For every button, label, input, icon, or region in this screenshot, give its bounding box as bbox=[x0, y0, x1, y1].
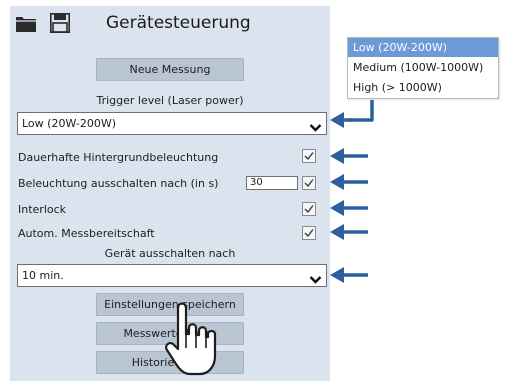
interlock-checkbox[interactable] bbox=[302, 202, 316, 216]
interlock-arrow bbox=[330, 200, 368, 216]
light-off-checkbox[interactable] bbox=[302, 176, 316, 190]
page-title: Gerätesteuerung bbox=[106, 13, 251, 33]
trigger-level-value: Low (20W-200W) bbox=[22, 117, 117, 130]
background-light-arrow bbox=[330, 148, 368, 164]
trigger-level-label: Trigger level (Laser power) bbox=[96, 94, 244, 107]
light-off-seconds-input[interactable]: 30 bbox=[246, 176, 298, 190]
light-off-after-label: Beleuchtung ausschalten nach (in s) bbox=[18, 177, 219, 190]
trigger-level-dropdown-list: Low (20W-200W) Medium (100W-1000W) High … bbox=[347, 37, 499, 99]
trigger-callout-arrow bbox=[337, 100, 374, 122]
auto-ready-arrow bbox=[330, 224, 368, 240]
dropdown-option-medium[interactable]: Medium (100W-1000W) bbox=[348, 58, 498, 77]
chevron-down-icon[interactable] bbox=[309, 118, 322, 132]
shutdown-select[interactable]: 10 min. bbox=[17, 264, 327, 287]
trigger-arrow-head bbox=[330, 112, 344, 128]
dropdown-option-low[interactable]: Low (20W-200W) bbox=[348, 38, 498, 57]
save-icon[interactable] bbox=[50, 13, 70, 33]
auto-ready-label: Autom. Messbereitschaft bbox=[18, 227, 155, 240]
light-off-arrow bbox=[330, 174, 368, 190]
background-light-checkbox[interactable] bbox=[302, 149, 316, 163]
new-measurement-button[interactable]: Neue Messung bbox=[96, 58, 244, 81]
trigger-level-select[interactable]: Low (20W-200W) bbox=[17, 112, 327, 135]
folder-icon[interactable] bbox=[16, 14, 36, 32]
auto-ready-checkbox[interactable] bbox=[302, 226, 316, 240]
shutdown-label: Gerät ausschalten nach bbox=[104, 247, 236, 260]
shutdown-value: 10 min. bbox=[22, 269, 64, 282]
background-light-label: Dauerhafte Hintergrundbeleuchtung bbox=[18, 151, 219, 164]
interlock-label: Interlock bbox=[18, 203, 67, 216]
hand-cursor-icon bbox=[165, 302, 217, 376]
dropdown-option-high[interactable]: High (> 1000W) bbox=[348, 78, 498, 97]
chevron-down-icon[interactable] bbox=[309, 270, 322, 284]
shutdown-arrow bbox=[330, 267, 368, 283]
